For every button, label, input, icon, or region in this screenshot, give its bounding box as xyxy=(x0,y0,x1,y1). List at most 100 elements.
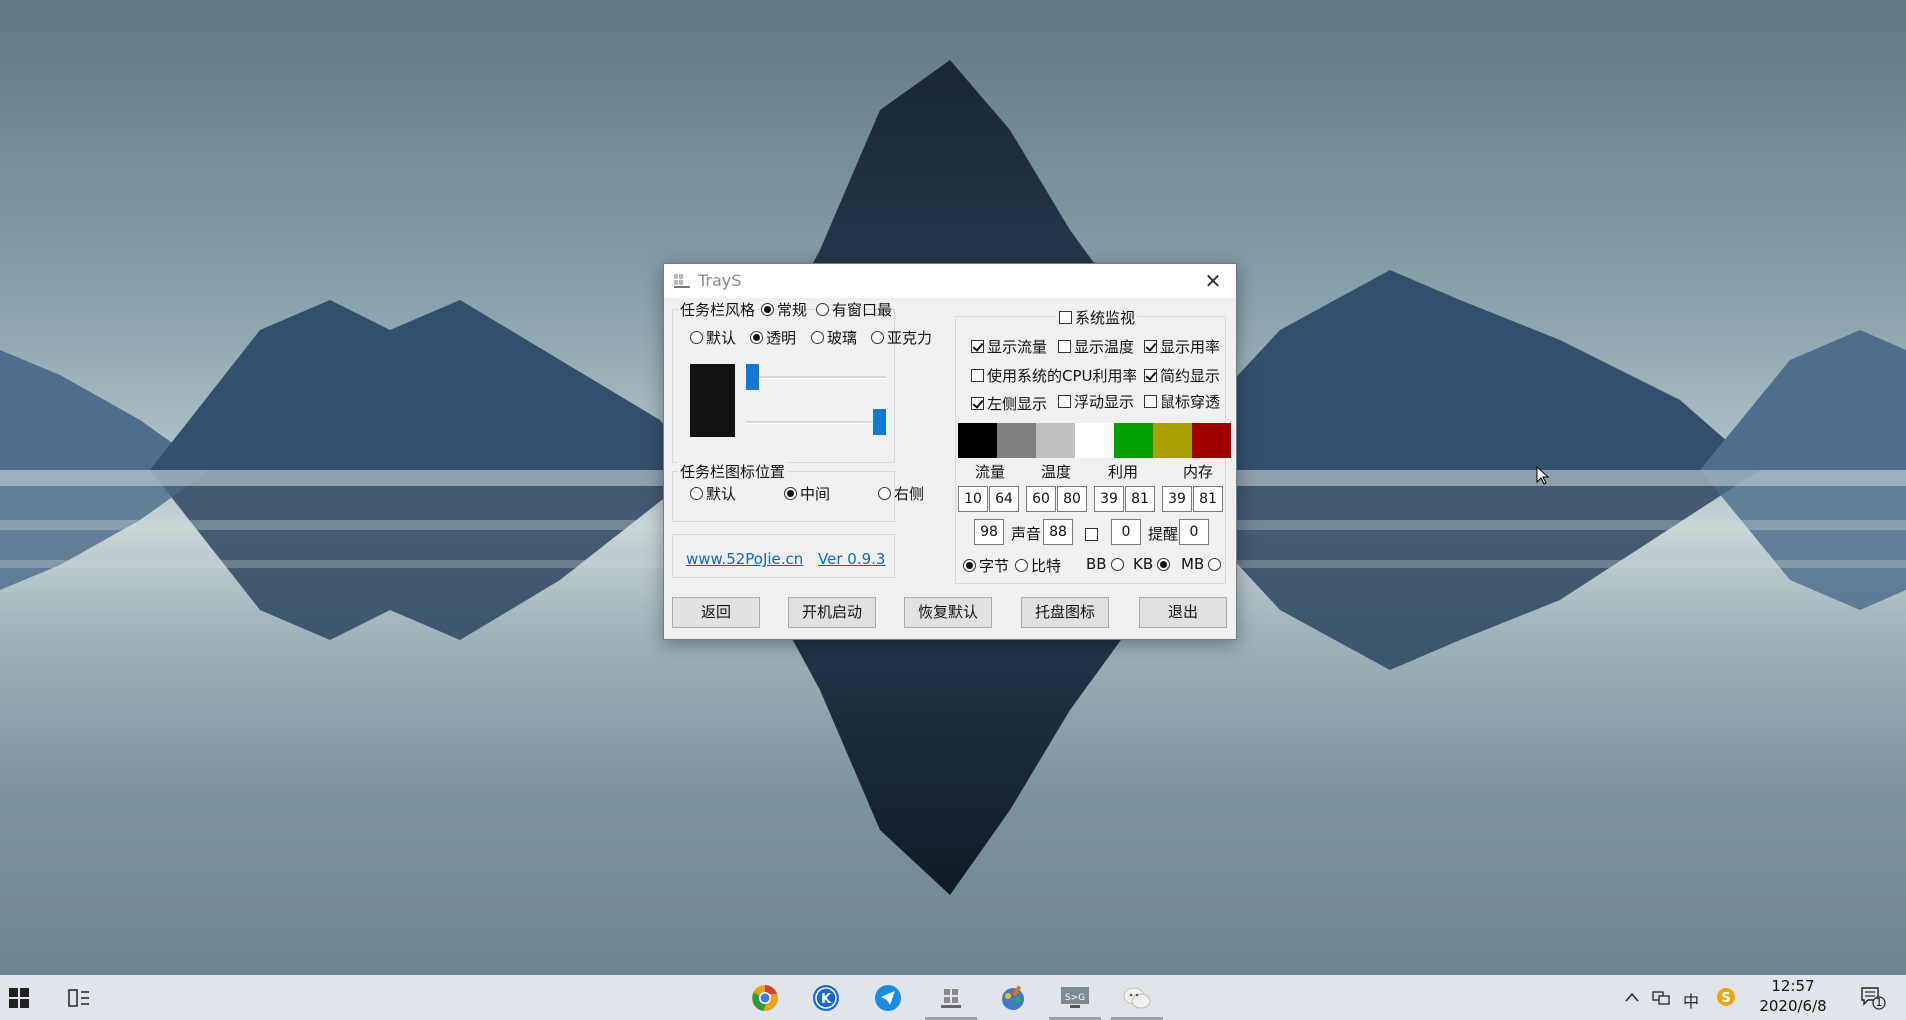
restore-defaults-button[interactable]: 恢复默认 xyxy=(904,597,992,628)
sound-high-input[interactable]: 88 xyxy=(1043,519,1073,545)
unit-radio-bits[interactable]: 比特 xyxy=(1015,555,1061,576)
header-usage: 利用 xyxy=(1107,463,1138,481)
radio-unselected-icon xyxy=(811,331,824,344)
usage-low-input[interactable]: 39 xyxy=(1094,486,1124,512)
color-swatch-white[interactable] xyxy=(1075,423,1114,458)
traffic-high-input[interactable]: 64 xyxy=(989,486,1019,512)
start-button[interactable] xyxy=(3,982,35,1014)
color-swatch-green[interactable] xyxy=(1114,423,1153,458)
input-method-indicator[interactable]: 中 xyxy=(1683,988,1699,1012)
sound-low-input[interactable]: 98 xyxy=(974,519,1004,545)
radio-selected-icon xyxy=(784,487,797,500)
effect-radio-transparent[interactable]: 透明 xyxy=(750,327,796,348)
effect-radio-acrylic[interactable]: 亚克力 xyxy=(871,327,932,348)
opacity-slider-thumb[interactable] xyxy=(746,364,759,390)
taskbar-app-sg[interactable]: S>G xyxy=(1059,982,1091,1014)
usage-high-input[interactable]: 81 xyxy=(1125,486,1155,512)
exit-button[interactable]: 退出 xyxy=(1139,597,1227,628)
radio-unselected-icon xyxy=(816,303,829,316)
position-radio-default[interactable]: 默认 xyxy=(690,483,736,504)
clock-date[interactable]: 2020/6/8 xyxy=(1758,997,1828,1015)
taskbar-app-paint[interactable] xyxy=(997,982,1029,1014)
taskbar-app-trays[interactable] xyxy=(935,982,967,1014)
system-monitor-toggle[interactable]: 系统监视 xyxy=(1057,307,1138,328)
task-view-button[interactable] xyxy=(63,982,95,1014)
taskbar-app-chrome[interactable] xyxy=(749,982,781,1014)
color-slider-track[interactable] xyxy=(746,421,886,424)
effect-radio-glass[interactable]: 玻璃 xyxy=(811,327,857,348)
temp-high-input[interactable]: 80 xyxy=(1057,486,1087,512)
checkbox-show-traffic-label: 显示流量 xyxy=(987,338,1048,356)
show-hidden-icons-icon[interactable] xyxy=(1625,992,1639,1002)
color-swatch-red[interactable] xyxy=(1192,423,1231,458)
memory-high-input[interactable]: 81 xyxy=(1193,486,1223,512)
checkbox-mouse-through[interactable]: 鼠标穿透 xyxy=(1144,391,1220,412)
version-link[interactable]: Ver 0.9.3 xyxy=(818,550,885,568)
alert-value-input[interactable]: 0 xyxy=(1111,519,1141,545)
checkbox-show-traffic[interactable]: 显示流量 xyxy=(971,336,1047,357)
header-traffic: 流量 xyxy=(974,463,1005,481)
position-radio-center[interactable]: 中间 xyxy=(784,483,830,504)
taskbar-color-preview[interactable] xyxy=(690,364,735,437)
taskbar-app-plane[interactable] xyxy=(872,982,904,1014)
checkbox-simple-display[interactable]: 简约显示 xyxy=(1144,365,1220,386)
title-bar[interactable]: TrayS ✕ xyxy=(664,264,1236,298)
clock-time[interactable]: 12:57 xyxy=(1758,977,1828,995)
close-button[interactable]: ✕ xyxy=(1190,264,1236,298)
checkbox-float-display[interactable]: 浮动显示 xyxy=(1058,391,1134,412)
temp-low-input[interactable]: 60 xyxy=(1026,486,1056,512)
remind-label: 提醒 xyxy=(1148,525,1179,543)
position-radio-right-label: 右侧 xyxy=(894,485,925,503)
checkbox-unchecked-icon xyxy=(1059,311,1072,324)
svg-text:K: K xyxy=(821,992,832,1007)
remind-value-input[interactable]: 0 xyxy=(1179,519,1209,545)
style-radio-maximized[interactable]: 有窗口最大化时 xyxy=(816,299,893,320)
scale-radio-kb[interactable]: KB xyxy=(1133,555,1173,573)
color-swatch-silver[interactable] xyxy=(1036,423,1075,458)
color-swatch-gray[interactable] xyxy=(997,423,1036,458)
color-swatch-olive[interactable] xyxy=(1153,423,1192,458)
radio-unselected-icon xyxy=(690,331,703,344)
traffic-low-input[interactable]: 10 xyxy=(958,486,988,512)
effect-radio-transparent-label: 透明 xyxy=(766,329,797,347)
style-radio-normal[interactable]: 常规 xyxy=(761,299,807,320)
color-slider-thumb[interactable] xyxy=(873,409,886,435)
taskbar-app-wechat[interactable] xyxy=(1121,982,1153,1014)
network-icon[interactable] xyxy=(1652,989,1672,1005)
effect-radio-default[interactable]: 默认 xyxy=(690,327,736,348)
effect-radio-default-label: 默认 xyxy=(706,329,737,347)
checkbox-show-temp[interactable]: 显示温度 xyxy=(1058,336,1134,357)
scale-radio-bb[interactable]: BB xyxy=(1086,555,1127,573)
memory-low-input[interactable]: 39 xyxy=(1162,486,1192,512)
unit-radio-bytes[interactable]: 字节 xyxy=(963,555,1009,576)
effect-radio-acrylic-label: 亚克力 xyxy=(887,329,933,347)
checkbox-left-display[interactable]: 左侧显示 xyxy=(971,393,1047,414)
checkbox-mouse-through-label: 鼠标穿透 xyxy=(1160,393,1221,411)
checkbox-show-usage[interactable]: 显示用率 xyxy=(1144,336,1220,357)
radio-selected-icon xyxy=(761,303,774,316)
color-swatch-black[interactable] xyxy=(958,423,997,458)
checkbox-unchecked-icon xyxy=(971,369,984,382)
checkbox-system-cpu[interactable]: 使用系统的CPU利用率 xyxy=(971,365,1136,386)
windows-logo-icon xyxy=(9,988,29,1008)
radio-unselected-icon xyxy=(871,331,884,344)
checkbox-checked-icon xyxy=(1144,369,1157,382)
svg-text:S>G: S>G xyxy=(1065,993,1085,1003)
mouse-cursor-icon xyxy=(1536,466,1550,485)
scale-radio-bb-label: BB xyxy=(1086,555,1107,573)
checkbox-float-display-label: 浮动显示 xyxy=(1074,393,1135,411)
alert-checkbox[interactable] xyxy=(1085,528,1098,541)
opacity-slider-track[interactable] xyxy=(746,376,886,379)
scale-radio-mb[interactable]: MB xyxy=(1181,555,1224,573)
checkbox-checked-icon xyxy=(1144,340,1157,353)
header-temperature: 温度 xyxy=(1040,463,1071,481)
position-radio-right[interactable]: 右侧 xyxy=(878,483,924,504)
back-button[interactable]: 返回 xyxy=(672,597,760,628)
sg-icon: S>G xyxy=(1061,987,1089,1008)
website-link[interactable]: www.52PoJie.cn xyxy=(686,550,803,568)
autostart-button[interactable]: 开机启动 xyxy=(788,597,876,628)
sogou-ime-icon[interactable]: S xyxy=(1716,987,1736,1007)
taskbar-app-k[interactable]: K xyxy=(810,982,842,1014)
tray-icon-button[interactable]: 托盘图标 xyxy=(1021,597,1109,628)
radio-unselected-icon xyxy=(878,487,891,500)
